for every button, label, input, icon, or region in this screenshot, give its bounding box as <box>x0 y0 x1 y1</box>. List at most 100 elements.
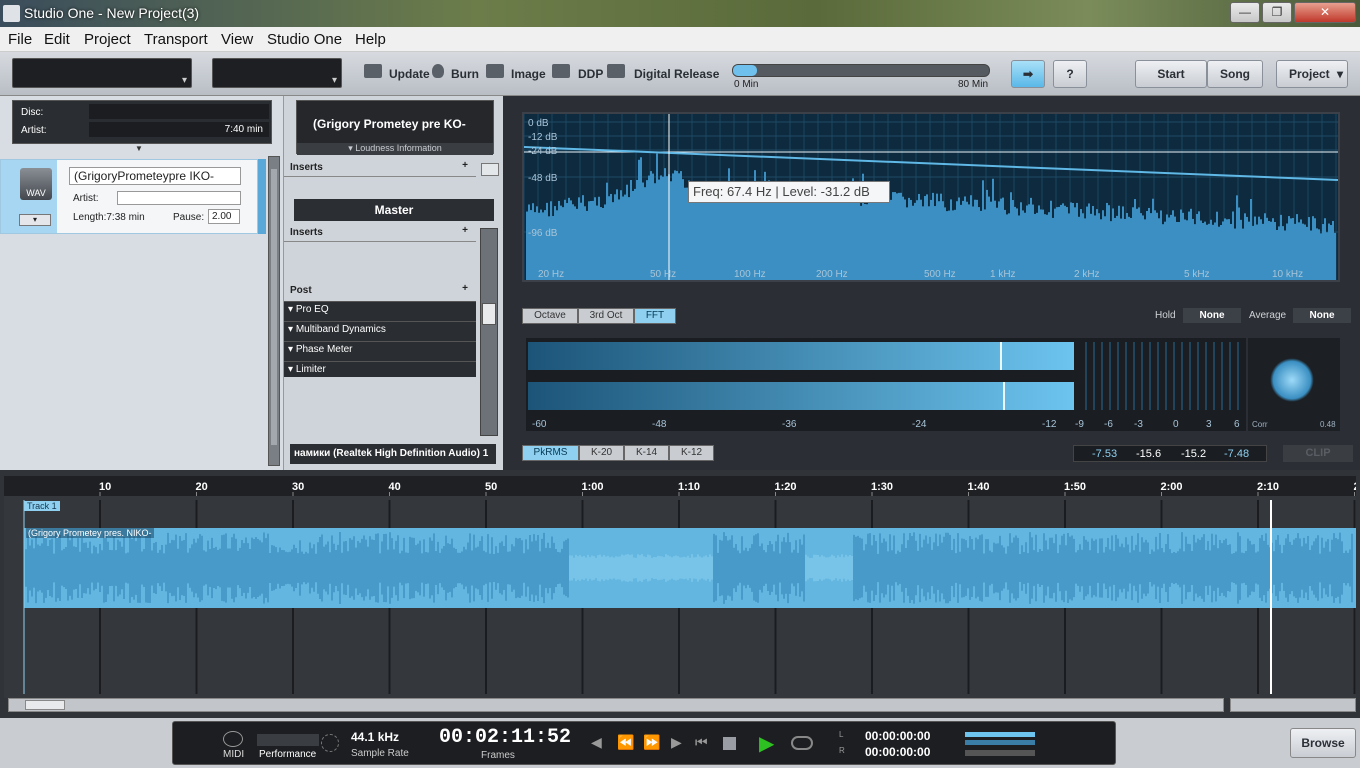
close-button[interactable]: ✕ <box>1294 2 1356 23</box>
add-insert-icon-2[interactable]: + <box>462 225 468 236</box>
plugin-multiband-dynamics[interactable]: ▾ Multiband Dynamics <box>284 321 476 337</box>
horizontal-scrollbar[interactable] <box>8 698 1224 712</box>
spectrum-bar <box>1314 218 1316 280</box>
plugin-phase-meter[interactable]: ▾ Phase Meter <box>284 341 476 357</box>
left-locator[interactable]: 00:00:00:00 <box>865 729 930 743</box>
menu-view[interactable]: View <box>221 31 253 48</box>
right-locator[interactable]: 00:00:00:00 <box>865 745 930 759</box>
loop-icon[interactable] <box>791 736 813 750</box>
fast-forward-icon[interactable]: ⏩ <box>643 734 660 751</box>
spectrum-bar <box>1142 215 1144 280</box>
track-scrollbar[interactable] <box>258 159 266 234</box>
forward-icon[interactable]: ▶ <box>671 734 682 751</box>
preset-dropdown-1[interactable] <box>12 58 192 88</box>
corr-label: Corr <box>1252 420 1268 429</box>
help-button[interactable]: ? <box>1053 60 1087 88</box>
spectrum-bar <box>926 194 928 280</box>
average-selector[interactable]: None <box>1293 308 1351 323</box>
master-fader-track[interactable] <box>480 228 498 436</box>
hold-selector[interactable]: None <box>1183 308 1241 323</box>
spectrum-bar <box>1244 213 1246 280</box>
spectrum-bar <box>602 207 604 280</box>
spectrum-bar <box>1304 224 1306 280</box>
l-label: L <box>839 730 844 739</box>
track-name-field[interactable]: (GrigoryPrometeypre IKO- <box>69 167 241 185</box>
spectrum-analyzer[interactable]: 0 dB -12 dB -24 dB -48 dB -96 dB 20 Hz 50 Hz 1… <box>522 112 1340 282</box>
minimize-button[interactable]: — <box>1230 2 1260 23</box>
collapse-disc-icon[interactable]: ▼ <box>113 144 165 154</box>
ddp-button[interactable]: DDP <box>578 67 603 81</box>
arrangement-timeline[interactable]: 10 20 30 40 50 1:00 1:10 1:20 1:30 1:40 1:50 2:00 2:… <box>4 476 1356 698</box>
spectrum-bar <box>856 189 858 280</box>
pause-field[interactable]: 2.00 <box>208 209 240 224</box>
spectrum-bar <box>892 192 894 280</box>
spectrum-bar <box>628 197 630 280</box>
menu-help[interactable]: Help <box>355 31 386 48</box>
audio-output-selector[interactable]: намики (Realtek High Definition Audio) 1 <box>290 444 496 464</box>
return-to-zero-icon[interactable]: ◀ <box>591 734 602 751</box>
stop-icon[interactable] <box>723 737 736 750</box>
start-page-button[interactable]: Start <box>1135 60 1207 88</box>
play-icon[interactable]: ▶ <box>759 731 774 756</box>
track-artist-field[interactable] <box>117 191 241 205</box>
spectrum-bar <box>1322 224 1324 280</box>
spectrum-bar <box>700 193 702 280</box>
spectrum-bar <box>930 199 932 280</box>
menu-project[interactable]: Project <box>84 31 131 48</box>
spectrum-bar <box>664 168 666 280</box>
image-button[interactable]: Image <box>511 67 546 81</box>
spectrum-bar <box>898 192 900 280</box>
hold-label: Hold <box>1155 310 1176 321</box>
add-post-icon[interactable]: + <box>462 283 468 294</box>
master-fader-handle[interactable] <box>482 303 496 325</box>
plugin-pro-eq[interactable]: ▾ Pro EQ <box>284 301 476 317</box>
scroll-thumb[interactable] <box>271 169 277 445</box>
wav-file-icon: WAV <box>20 168 52 200</box>
maximize-button[interactable]: ❐ <box>1262 2 1292 23</box>
tab-3rd-oct[interactable]: 3rd Oct <box>578 308 634 324</box>
zoom-slider[interactable] <box>1230 698 1356 712</box>
tab-k14[interactable]: K-14 <box>624 445 669 461</box>
spectrum-bar <box>1148 207 1150 280</box>
update-button[interactable]: Update <box>389 67 430 81</box>
ruler-mark: 2:00 <box>1161 481 1183 493</box>
tab-octave[interactable]: Octave <box>522 308 578 324</box>
tab-fft[interactable]: FFT <box>634 308 676 324</box>
tab-pkrms[interactable]: PkRMS <box>522 445 579 461</box>
digital-release-button[interactable]: Digital Release <box>634 67 719 81</box>
spectrum-bar <box>854 199 856 280</box>
preset-dropdown-2[interactable] <box>212 58 342 88</box>
tab-k20[interactable]: K-20 <box>579 445 624 461</box>
rewind-icon[interactable]: ⏪ <box>617 734 634 751</box>
expand-icon[interactable] <box>481 163 499 176</box>
clip-indicator[interactable]: CLIP <box>1283 445 1353 462</box>
loudness-info-toggle[interactable]: ▾ Loudness Information <box>297 143 493 155</box>
track-options-dropdown[interactable]: ▾ <box>19 214 51 226</box>
menu-edit[interactable]: Edit <box>44 31 70 48</box>
browse-button[interactable]: Browse <box>1290 728 1356 758</box>
burn-button[interactable]: Burn <box>451 67 479 81</box>
track-item[interactable]: WAV ▾ (GrigoryPrometeypre IKO- Artist: L… <box>0 159 258 234</box>
spectrum-bar <box>1238 207 1240 280</box>
menu-file[interactable]: File <box>8 31 32 48</box>
menu-transport[interactable]: Transport <box>144 31 208 48</box>
add-insert-icon[interactable]: + <box>462 160 468 171</box>
spectrum-bar <box>1118 205 1120 280</box>
go-to-start-icon[interactable]: ⏮ <box>695 734 708 751</box>
disc-title-field[interactable] <box>89 104 269 119</box>
h-scroll-thumb[interactable] <box>25 700 65 710</box>
track-length: Length:7:38 min <box>73 212 145 223</box>
spectrum-bar <box>1268 220 1270 280</box>
panel-vertical-scrollbar[interactable] <box>268 156 280 466</box>
export-arrow-button[interactable]: ➡ <box>1011 60 1045 88</box>
menu-studio-one[interactable]: Studio One <box>267 31 342 48</box>
tab-k12[interactable]: K-12 <box>669 445 714 461</box>
output-volume-slider[interactable] <box>965 750 1035 756</box>
song-page-button[interactable]: Song <box>1207 60 1263 88</box>
spectrum-bar <box>1328 223 1330 280</box>
plugin-limiter[interactable]: ▾ Limiter <box>284 361 476 377</box>
spectrum-bar <box>1174 216 1176 280</box>
spectrum-bar <box>532 203 534 280</box>
project-page-button[interactable]: Project ▾ <box>1276 60 1348 88</box>
spectrum-bar <box>882 190 884 280</box>
